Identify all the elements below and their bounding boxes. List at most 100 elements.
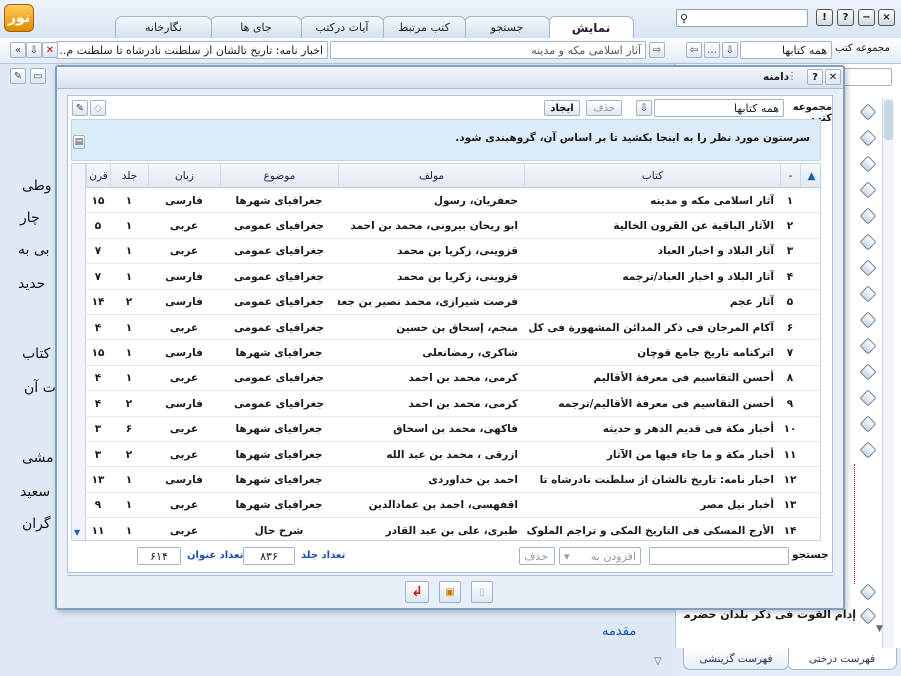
tree-scrollbar[interactable]	[882, 98, 894, 670]
dropdown-arrow-icon[interactable]: ⇩	[722, 42, 738, 58]
dialog-delete2-button[interactable]: حذف	[519, 547, 555, 565]
col-author[interactable]: مولف	[338, 164, 524, 188]
double-chevron-icon[interactable]: «	[10, 42, 26, 58]
cell-book: أحسن التقاسیم فی معرفة الأقالیم	[593, 372, 775, 385]
book-node-icon[interactable]	[859, 129, 877, 147]
table-row[interactable]: ۱۴ الأرج المسکی فی التاریخ المکی و تراجم …	[72, 518, 820, 540]
top-search-input[interactable]: ⚲	[676, 9, 808, 27]
table-row[interactable]: ۴ آثار البلاد و اخبار العباد/ترجمه قزوینی،…	[72, 264, 820, 290]
tools-icon[interactable]: ✎	[10, 68, 26, 84]
dialog-menu-icon[interactable]: ⋮	[787, 71, 797, 82]
book-title-field[interactable]: آثار اسلامی مکه و مدینه	[330, 41, 646, 59]
scroll-down-icon[interactable]: ▼	[74, 528, 80, 537]
col-subject[interactable]: موضوع	[220, 164, 338, 188]
book-node-icon[interactable]	[859, 103, 877, 121]
table-row[interactable]: ۸ أحسن التقاسیم فی معرفة الأقالیم کرمی، مح…	[72, 366, 820, 392]
help-button[interactable]: ?	[837, 9, 854, 26]
tab-related-books[interactable]: کتب مرتبط	[382, 16, 466, 38]
book-node-icon[interactable]	[859, 337, 877, 355]
collection-select[interactable]: همه کتابها	[740, 41, 832, 59]
group-by-hint[interactable]: سرستون مورد نظر را به اینجا بکشید تا بر …	[71, 119, 821, 161]
info-button[interactable]: !	[816, 9, 833, 26]
dialog-collection-select[interactable]: همه کتابها	[654, 99, 784, 117]
table-row[interactable]: ۱۳ أخبار نیل مصر اقفهسی، احمد بن عمادالدین…	[72, 493, 820, 519]
intro-link[interactable]: مقدمه	[602, 624, 636, 639]
book-node-icon[interactable]	[859, 233, 877, 251]
tab-tree-index[interactable]: فهرست درختی	[787, 648, 897, 670]
table-row[interactable]: ۱۱ أخبار مکة و ما جاء فیها من الآثار ازرقی…	[72, 442, 820, 468]
cell-subject: جغرافیای عمومی	[234, 219, 324, 232]
tab-selective-index[interactable]: فهرست گزینشی	[683, 648, 789, 670]
cell-author: فرصت شیرازی، محمد نصیر بن جعفر	[338, 296, 518, 309]
minimize-button[interactable]: −	[858, 9, 875, 26]
cell-book: أخبار نیل مصر	[700, 499, 774, 512]
col-book[interactable]: کتاب	[524, 164, 780, 188]
tab-search[interactable]: جستجو	[464, 16, 550, 38]
cell-subject: جغرافیای شهرها	[235, 499, 323, 512]
book-node-icon[interactable]	[859, 583, 877, 601]
cell-language: عربی	[169, 245, 199, 258]
eraser-icon[interactable]: ◇	[90, 100, 106, 116]
more-icon[interactable]: …	[704, 42, 720, 58]
book-node-icon[interactable]	[859, 441, 877, 459]
col-volume[interactable]: جلد	[110, 164, 148, 188]
scroll-down-icon[interactable]: ▼	[876, 624, 883, 634]
close-button[interactable]: ×	[878, 9, 895, 26]
book-node-icon[interactable]	[859, 181, 877, 199]
tab-display[interactable]: نمایش	[548, 16, 634, 39]
cell-book: آکام المرجان فی ذکر المدائن المشهورة فی …	[528, 321, 774, 334]
close-tab-icon[interactable]: ✕	[42, 42, 58, 58]
table-row[interactable]: ۹ أحسن التقاسیم فی معرفة الأقالیم/ترجمه کر…	[72, 391, 820, 417]
return-arrow-button[interactable]: ↲	[405, 581, 429, 603]
cell-author: اقفهسی، احمد بن عمادالدین	[368, 499, 518, 512]
table-row[interactable]: ۱۰ أخبار مکة فی قدیم الدهر و حدیثه فاکهی، …	[72, 417, 820, 442]
tab-places[interactable]: جای ها	[210, 16, 302, 38]
dialog-search-input[interactable]	[649, 547, 789, 565]
book-icon-button[interactable]: ▣	[439, 581, 461, 603]
down-arrow-icon[interactable]: ⇩	[26, 42, 42, 58]
volume-count-value: ۸۳۶	[243, 547, 295, 565]
forward-arrow-icon[interactable]: ⇨	[649, 42, 665, 58]
table-row[interactable]: ۱ آثار اسلامی مکه و مدینه جعفریان، رسول جغر…	[72, 188, 820, 214]
book-node-icon[interactable]	[859, 415, 877, 433]
book-node-icon[interactable]	[859, 285, 877, 303]
scroll-down-icon[interactable]: ▽	[654, 656, 662, 667]
dropdown-arrow-icon[interactable]: ⇩	[636, 100, 652, 116]
cell-subject: جغرافیای شهرها	[235, 448, 323, 461]
dialog-close-button[interactable]: ✕	[825, 69, 841, 85]
book-node-icon[interactable]	[859, 207, 877, 225]
col-language[interactable]: زبان	[148, 164, 220, 188]
book-node-icon[interactable]	[859, 389, 877, 407]
layout-icon[interactable]: ▭	[30, 68, 46, 84]
back-arrow-icon[interactable]: ⇦	[686, 42, 702, 58]
add-to-dropdown[interactable]: افزودن به ▾	[559, 547, 641, 565]
sort-asc-icon[interactable]: ▲	[800, 164, 820, 188]
cell-subject: جغرافیای شهرها	[235, 194, 323, 207]
app-logo[interactable]: نور	[4, 4, 34, 32]
col-century[interactable]: قرن	[86, 164, 110, 188]
table-row[interactable]: ۵ آثار عجم فرصت شیرازی، محمد نصیر بن جعفر ج…	[72, 290, 820, 315]
table-row[interactable]: ۱۲ اخبار نامه: تاریخ تالشان از سلطنت نادر…	[72, 467, 820, 493]
book-node-icon[interactable]	[859, 259, 877, 277]
book-node-icon[interactable]	[859, 607, 877, 625]
dialog-create-button[interactable]: ایجاد	[544, 100, 580, 116]
cell-author: قزوینی، زکریا بن محمد	[397, 245, 518, 258]
grid-scrollbar[interactable]: ▼	[72, 164, 86, 540]
table-row[interactable]: ۶ آکام المرجان فی ذکر المدائن المشهورة فی…	[72, 315, 820, 341]
breadcrumb[interactable]: اخبار نامه: تاریخ تالشان از سلطنت نادرشا…	[56, 41, 328, 59]
table-row[interactable]: ۷ اترکنامه تاریخ جامع قوچان شاکری، رمضانعل…	[72, 340, 820, 366]
book-node-icon[interactable]	[859, 363, 877, 381]
table-row[interactable]: ۲ الآثار الباقية عن القرون الخالية ابو ریح…	[72, 213, 820, 239]
col-index[interactable]: -	[780, 164, 800, 188]
blank-page-button[interactable]: ▯	[471, 581, 493, 603]
wrench-icon[interactable]: ✎	[72, 100, 88, 116]
dialog-help-button[interactable]: ?	[807, 69, 823, 85]
table-row[interactable]: ۳ آثار البلاد و اخبار العباد قزوینی، زکریا…	[72, 239, 820, 265]
book-node-icon[interactable]	[859, 311, 877, 329]
cell-subject: جغرافیای عمومی	[234, 245, 324, 258]
book-node-icon[interactable]	[859, 155, 877, 173]
column-chooser-icon[interactable]: ▤	[73, 135, 85, 149]
tab-verses-in-books[interactable]: آیات درکتب	[300, 16, 384, 38]
tab-gallery[interactable]: نگارخانه	[115, 16, 212, 38]
dialog-delete-button[interactable]: حذف	[586, 100, 622, 116]
